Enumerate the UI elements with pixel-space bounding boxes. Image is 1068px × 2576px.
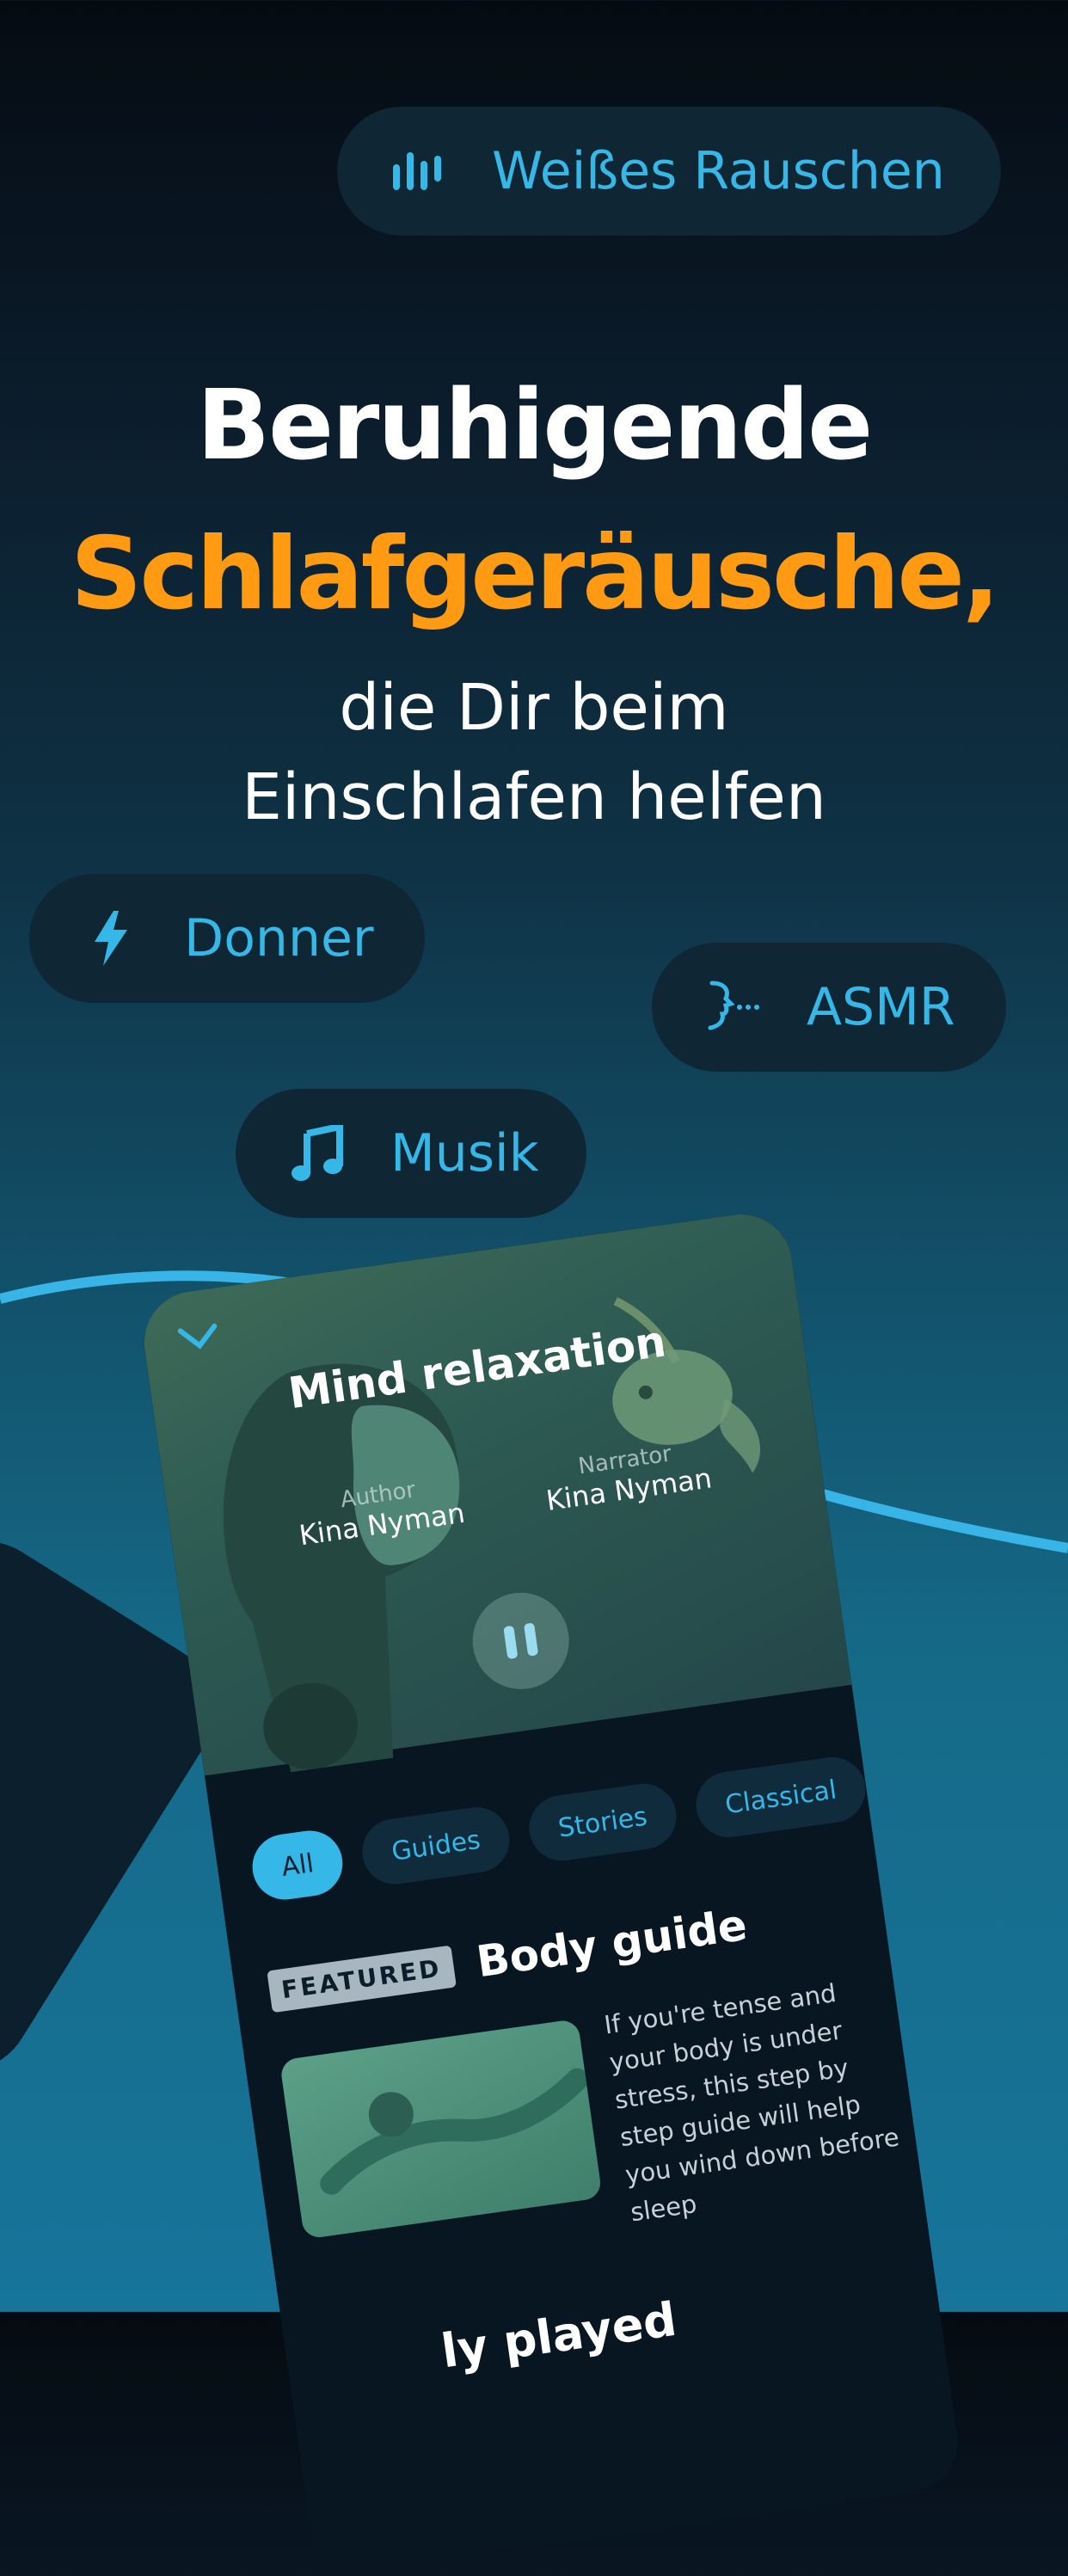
- pill-music[interactable]: Musik: [236, 1089, 586, 1218]
- swimmer-illustration: [320, 2068, 589, 2195]
- recently-played-heading: ly played: [438, 2291, 680, 2379]
- pause-icon: [503, 1625, 519, 1660]
- pill-label: ASMR: [807, 977, 955, 1037]
- featured-description: If you're tense and your body is under s…: [602, 1977, 901, 2228]
- pill-thunder[interactable]: Donner: [29, 874, 425, 1003]
- featured-title[interactable]: Body guide: [474, 1900, 750, 1987]
- headline-line2: Schlafgeräusche,: [70, 516, 1000, 632]
- chip-music[interactable]: Mu: [881, 1737, 965, 1816]
- chip-guides[interactable]: Guides: [358, 1803, 514, 1889]
- pill-label: Musik: [390, 1123, 539, 1183]
- whisper-face-icon: [703, 977, 764, 1037]
- narrator-block: Narrator Kina Nyman: [525, 1434, 729, 1519]
- pill-asmr[interactable]: ASMR: [652, 943, 1006, 1072]
- subheadline-line2: Einschlafen helfen: [242, 760, 826, 834]
- sound-bars-icon: [389, 141, 449, 201]
- chip-stories[interactable]: Stories: [525, 1780, 681, 1866]
- pill-label: Donner: [184, 908, 374, 968]
- chevron-down-icon[interactable]: [176, 1322, 221, 1353]
- lightning-icon: [81, 908, 141, 968]
- pill-white-noise[interactable]: Weißes Rauschen: [337, 107, 1001, 236]
- player-header: Mind relaxation Author Kina Nyman Narrat…: [138, 1208, 852, 1776]
- featured-badge: FEATURED: [267, 1945, 457, 2013]
- pill-label: Weißes Rauschen: [492, 141, 945, 201]
- music-note-icon: [287, 1123, 347, 1183]
- chip-classical[interactable]: Classical: [691, 1753, 870, 1841]
- subheadline-line1: die Dir beim: [339, 671, 729, 745]
- phone-screen: Mind relaxation Author Kina Nyman Narrat…: [138, 1208, 965, 2576]
- chip-all[interactable]: All: [248, 1826, 347, 1904]
- featured-thumbnail[interactable]: [279, 2018, 603, 2240]
- headline-line1: Beruhigende: [196, 370, 873, 482]
